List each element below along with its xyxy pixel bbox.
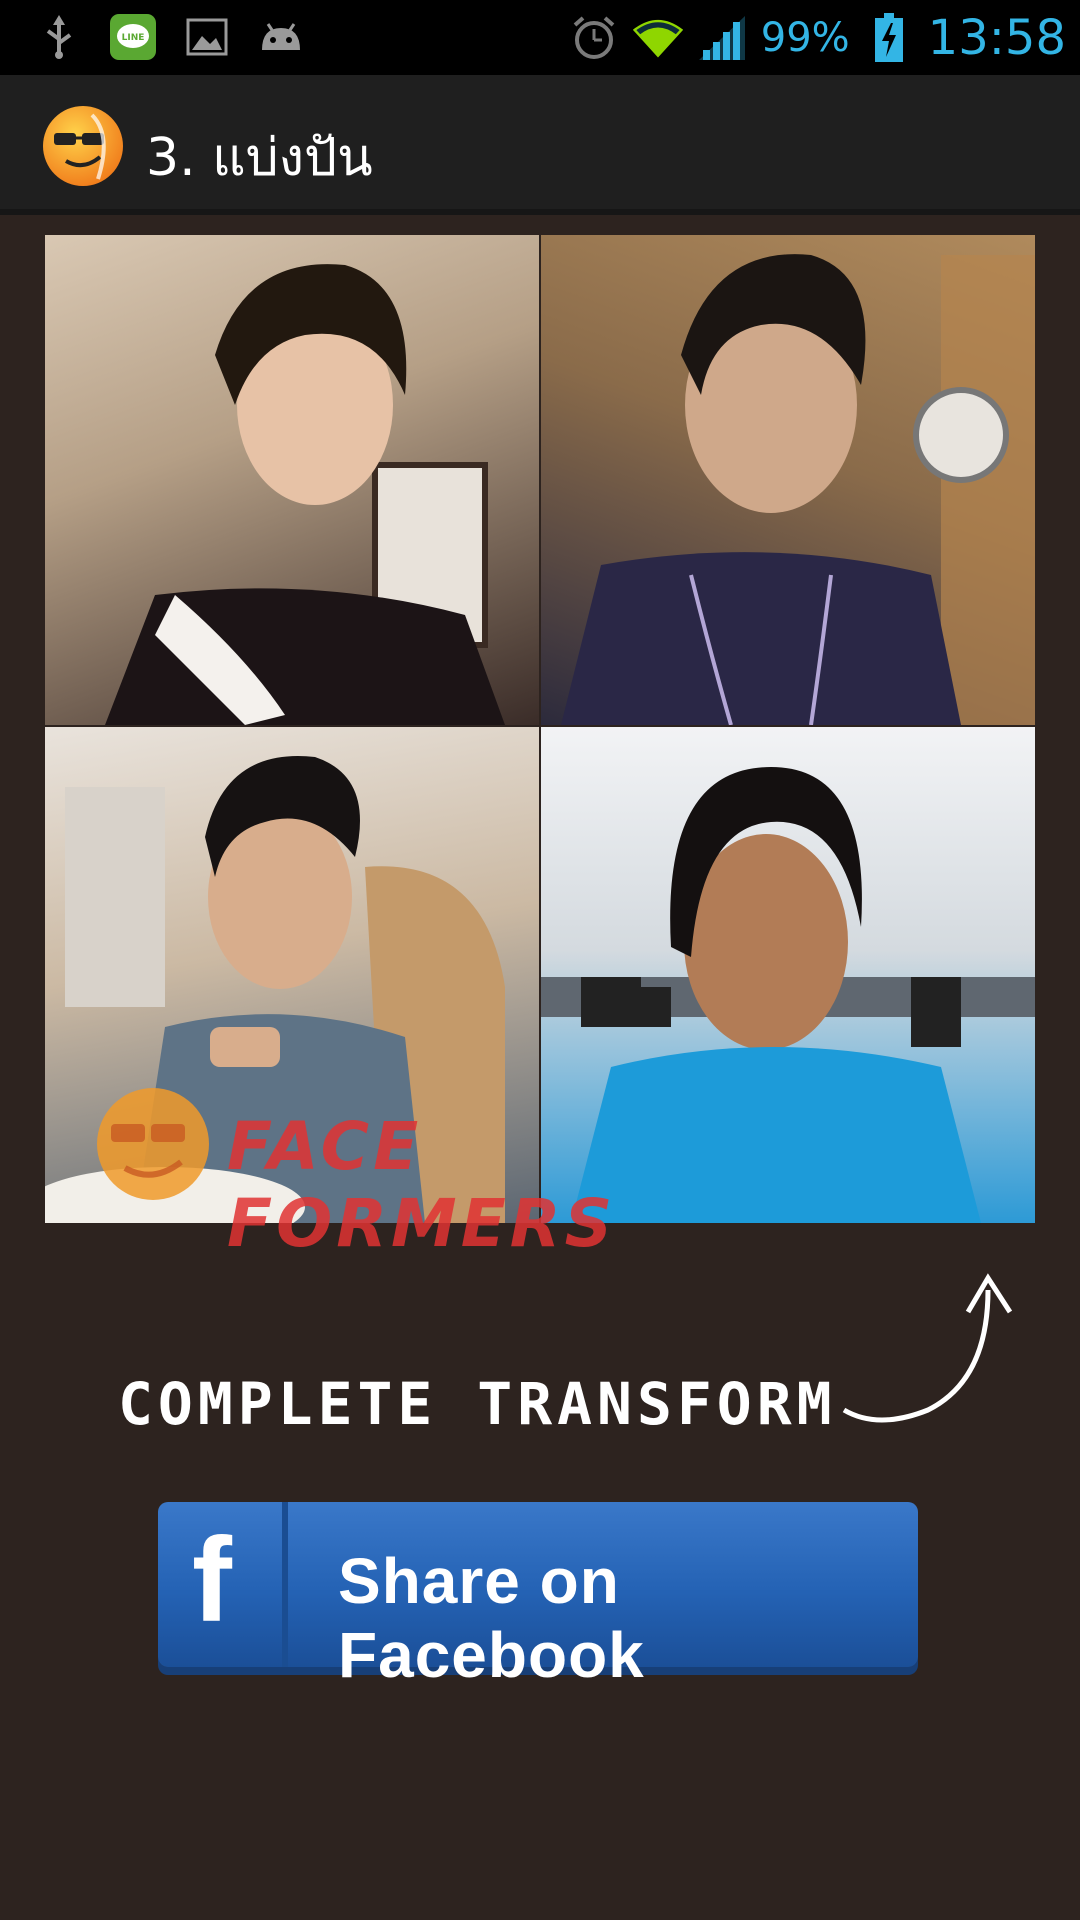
page-title: 3. แบ่งปัน (146, 128, 373, 188)
wifi-icon (632, 13, 683, 63)
photo-grid: FACE FORMERS (45, 235, 1035, 1262)
action-bar: 3. แบ่งปัน (0, 75, 1080, 215)
share-button-label: Share on Facebook (338, 1545, 645, 1691)
usb-icon (34, 12, 84, 62)
facebook-f-icon: f (192, 1513, 232, 1647)
battery-percent: 99% (760, 15, 850, 61)
photo-2 (541, 235, 1035, 725)
battery-charging-icon (864, 13, 914, 63)
android-icon (256, 12, 306, 62)
signal-icon (697, 13, 747, 63)
complete-transform-text: COMPLETE TRANSFORM (118, 1370, 837, 1438)
gallery-icon (182, 12, 232, 62)
photo-1 (45, 235, 539, 725)
clock: 13:58 (927, 10, 1066, 66)
faceformers-logo-icon[interactable] (42, 105, 124, 187)
line-app-icon: LINE (108, 12, 158, 62)
alarm-icon (569, 13, 619, 63)
button-divider (282, 1502, 288, 1667)
watermark-text: FACE FORMERS (227, 1108, 617, 1262)
svg-text:LINE: LINE (122, 33, 145, 43)
share-on-facebook-button[interactable]: f Share on Facebook (158, 1502, 918, 1691)
faceformers-watermark-icon (97, 1088, 209, 1200)
curved-arrow-icon (838, 1260, 1028, 1440)
watermark: FACE FORMERS (85, 1080, 805, 1262)
status-bar: LINE 99% 13:58 (0, 0, 1080, 75)
